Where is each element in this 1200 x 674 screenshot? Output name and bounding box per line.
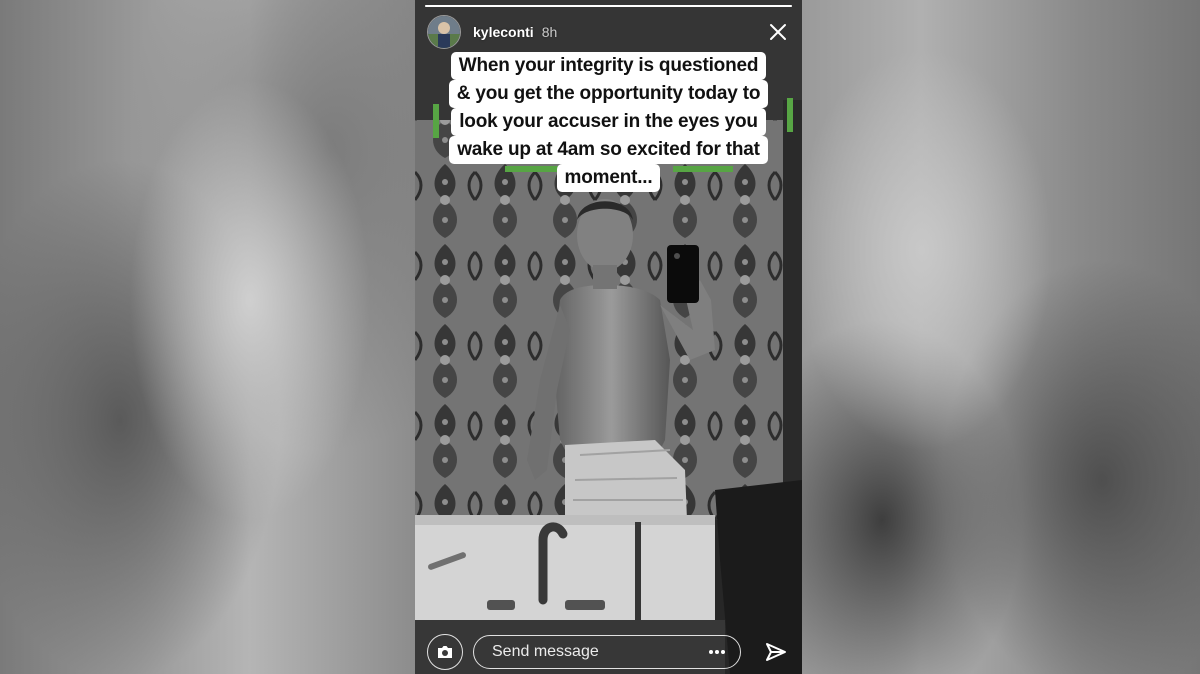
message-input-wrapper	[463, 635, 741, 669]
story-timestamp: 8h	[541, 24, 558, 40]
more-options-button[interactable]	[707, 642, 727, 662]
send-icon	[766, 643, 786, 661]
story-caption: When your integrity is questioned & you …	[415, 52, 802, 192]
blurred-backdrop-right	[802, 0, 1200, 674]
story-viewer[interactable]: kyleconti 8h When your integrity is ques…	[415, 0, 802, 674]
caption-line: look your accuser in the eyes you	[451, 108, 766, 136]
caption-line: wake up at 4am so excited for that	[449, 136, 768, 164]
caption-line: When your integrity is questioned	[450, 52, 767, 80]
profile-avatar[interactable]	[427, 15, 461, 49]
caption-line: moment...	[556, 164, 661, 192]
close-icon	[770, 24, 786, 40]
blurred-backdrop-left	[0, 0, 416, 674]
camera-icon	[438, 646, 452, 658]
story-header: kyleconti 8h	[427, 14, 790, 50]
send-button[interactable]	[762, 638, 790, 666]
story-progress-bar	[425, 5, 792, 7]
send-message-input[interactable]	[473, 635, 741, 669]
story-username[interactable]: kyleconti	[473, 24, 534, 40]
caption-line: & you get the opportunity today to	[448, 80, 769, 108]
story-progress-fill	[425, 5, 792, 7]
more-options-icon	[709, 650, 725, 654]
story-footer	[415, 630, 802, 674]
close-button[interactable]	[766, 20, 790, 44]
app-screen: kyleconti 8h When your integrity is ques…	[0, 0, 1200, 674]
avatar-image	[428, 16, 460, 48]
camera-button[interactable]	[427, 634, 463, 670]
